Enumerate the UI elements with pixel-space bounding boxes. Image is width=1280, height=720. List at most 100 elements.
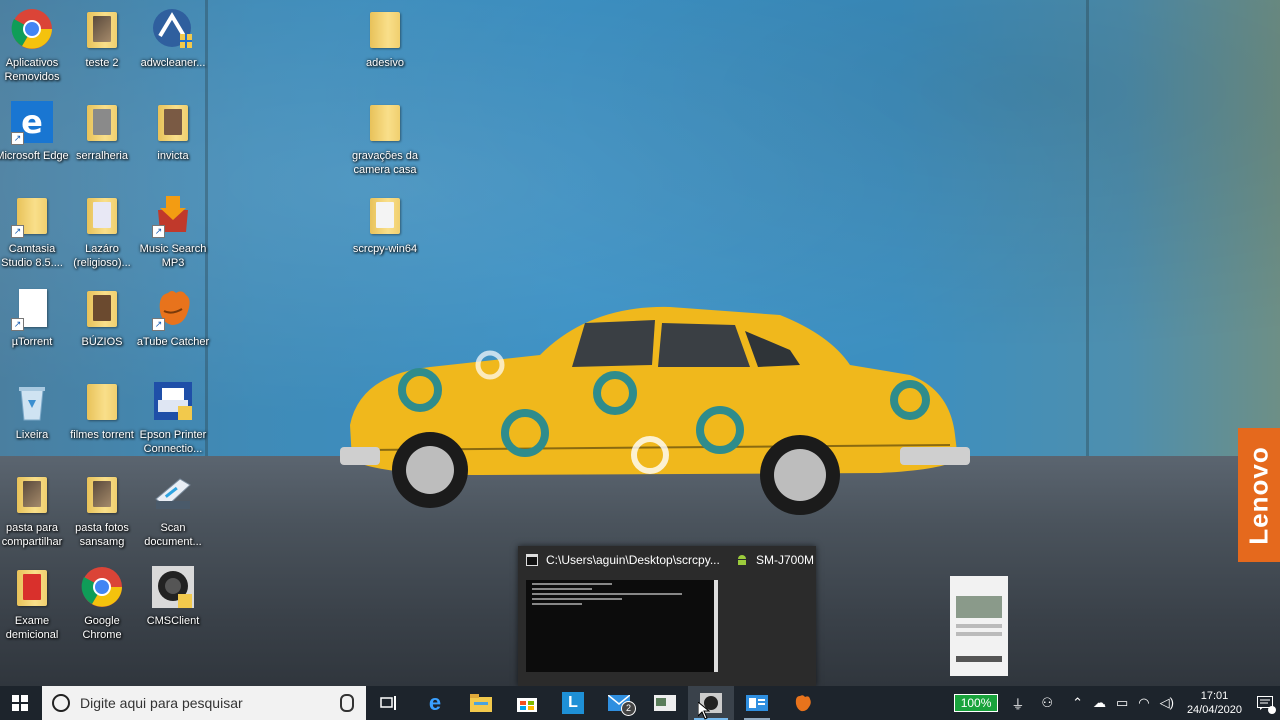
plug-icon[interactable]: ⏚ [1011, 694, 1024, 713]
folder-icon [79, 285, 125, 331]
adwcleaner-icon [150, 6, 196, 52]
icon-label: Lixeira [15, 429, 49, 441]
desktop-icon-exame-demicional[interactable]: Exame demicional [0, 558, 69, 642]
taskbar-edge[interactable]: e [412, 686, 458, 720]
wifi-icon[interactable]: ◠ [1138, 695, 1149, 711]
shortcut-arrow-icon: ↗ [11, 132, 24, 145]
music-box-icon: ↗ [150, 192, 196, 238]
phone-screen-preview [950, 576, 1008, 676]
desktop-icon-teste-2[interactable]: teste 2 [65, 0, 139, 70]
system-tray: 100% ⏚ ⚇ ⌃ ☁ ▭ ◠ ◁) 17:01 24/04/2020 [953, 686, 1280, 720]
battery-icon[interactable]: ▭ [1116, 695, 1128, 711]
chrome-icon [79, 564, 125, 610]
volume-icon[interactable]: ◁) [1160, 695, 1174, 711]
wall-seam [1086, 0, 1089, 460]
microphone-icon[interactable] [340, 694, 354, 712]
desktop-icon-adwcleaner[interactable]: adwcleaner... [136, 0, 210, 70]
android-icon [738, 555, 746, 565]
icon-label: CMSClient [146, 615, 200, 627]
people-icon[interactable]: ⚇ [1041, 695, 1053, 711]
desktop-icon-lixeira[interactable]: Lixeira [0, 372, 69, 442]
action-center-button[interactable] [1250, 686, 1280, 720]
taskbar-store[interactable] [504, 686, 550, 720]
icon-label: Scan document... [144, 522, 202, 548]
chevron-up-icon[interactable]: ⌃ [1072, 695, 1083, 711]
task-view-button[interactable] [366, 686, 412, 720]
folder-icon [362, 6, 408, 52]
desktop-icon-invicta[interactable]: invicta [136, 93, 210, 163]
taskbar-file-explorer[interactable] [458, 686, 504, 720]
cloud-icon[interactable]: ☁ [1093, 695, 1106, 711]
folder-icon [79, 378, 125, 424]
icon-label: serralheria [76, 150, 128, 162]
desktop-icon-aplicativos-removidos[interactable]: Aplicativos Removidos [0, 0, 69, 84]
desktop-icon-atube-catcher[interactable]: ↗ aTube Catcher [136, 279, 210, 349]
camera-lens-icon [150, 564, 196, 610]
desktop-icon-utorrent[interactable]: ↗ µTorrent [0, 279, 69, 349]
desktop-icon-cmsclient[interactable]: CMSClient [136, 558, 210, 628]
thumbnail-title: C:\Users\aguin\Desktop\scrcpy... [546, 553, 720, 567]
desktop-icon-gravacoes-da-camera-casa[interactable]: gravações da camera casa [348, 93, 422, 177]
desktop-icon-epson-printer[interactable]: Epson Printer Connectio... [136, 372, 210, 456]
clock-time: 17:01 [1200, 690, 1229, 702]
desktop-icon-filmes-torrent[interactable]: filmes torrent [65, 372, 139, 442]
desktop-icon-pasta-fotos-sansamg[interactable]: pasta fotos sansamg [65, 465, 139, 549]
thumbnail-console-window[interactable]: C:\Users\aguin\Desktop\scrcpy... [518, 546, 728, 672]
start-button[interactable] [0, 686, 40, 720]
folder-icon [79, 471, 125, 517]
taskbar-l-app[interactable]: L [550, 686, 596, 720]
desktop-icon-google-chrome[interactable]: Google Chrome [65, 558, 139, 642]
thumbnail-phone-window[interactable]: SM-J700M [728, 546, 1008, 676]
taskbar-app-window[interactable] [642, 686, 688, 720]
desktop-icon-music-search-mp3[interactable]: ↗ Music Search MP3 [136, 186, 210, 270]
shortcut-arrow-icon: ↗ [152, 318, 165, 331]
taskbar-search-box[interactable]: Digite aqui para pesquisar [42, 686, 366, 720]
desktop-icon-camtasia[interactable]: ↗ Camtasia Studio 8.5.... [0, 186, 69, 270]
printer-icon [150, 378, 196, 424]
battery-percent-badge[interactable]: 100% [953, 694, 999, 712]
icon-label: Epson Printer Connectio... [139, 429, 207, 455]
chrome-icon [9, 6, 55, 52]
folder-icon [79, 6, 125, 52]
shortcut-arrow-icon: ↗ [11, 318, 24, 331]
taskbar-scrcpy[interactable] [688, 686, 734, 720]
lenovo-logo: Lenovo [1238, 428, 1280, 562]
icon-label: BÚZIOS [81, 336, 123, 348]
icon-label: Microsoft Edge [0, 150, 69, 162]
car-wallpaper-image [340, 306, 970, 515]
desktop-icon-buzios[interactable]: BÚZIOS [65, 279, 139, 349]
mouse-cursor-icon [698, 702, 710, 720]
icon-label: pasta fotos sansamg [75, 522, 129, 548]
desktop-icon-microsoft-edge[interactable]: e ↗ Microsoft Edge [0, 93, 69, 163]
glove-icon: ↗ [150, 285, 196, 331]
console-preview [526, 580, 718, 672]
desktop-icon-scan-document[interactable]: Scan document... [136, 465, 210, 549]
thumbnail-title: SM-J700M [756, 553, 815, 567]
contact-card-icon [746, 695, 768, 711]
folder-icon [9, 564, 55, 610]
edge-icon: e [428, 690, 442, 715]
icon-label: pasta para compartilhar [1, 522, 63, 548]
taskbar-atube-catcher[interactable] [780, 686, 826, 720]
icon-label: Camtasia Studio 8.5.... [1, 243, 63, 269]
folder-icon [362, 192, 408, 238]
icon-label: adesivo [366, 57, 404, 69]
taskbar-outlook[interactable] [734, 686, 780, 720]
console-window-icon [526, 554, 538, 566]
file-explorer-icon [470, 694, 492, 712]
window-app-icon [654, 695, 676, 711]
desktop-icon-lazaro[interactable]: Lazáro (religioso)... [65, 186, 139, 270]
desktop-icon-pasta-para-compartilhar[interactable]: pasta para compartilhar [0, 465, 69, 549]
task-view-icon [380, 696, 396, 710]
desktop-icon-scrcpy-win64[interactable]: scrcpy-win64 [348, 186, 422, 256]
folder-icon [362, 99, 408, 145]
desktop-icon-serralheria[interactable]: serralheria [65, 93, 139, 163]
folder-icon: ↗ [9, 192, 55, 238]
clock[interactable]: 17:01 24/04/2020 [1187, 689, 1242, 717]
taskbar: Digite aqui para pesquisar e L 2 100% ⏚ … [0, 686, 1280, 720]
folder-icon [79, 192, 125, 238]
svg-text:e: e [21, 103, 43, 141]
desktop-icon-adesivo[interactable]: adesivo [348, 0, 422, 70]
document-icon: ↗ [9, 285, 55, 331]
taskbar-mail[interactable]: 2 [596, 686, 642, 720]
